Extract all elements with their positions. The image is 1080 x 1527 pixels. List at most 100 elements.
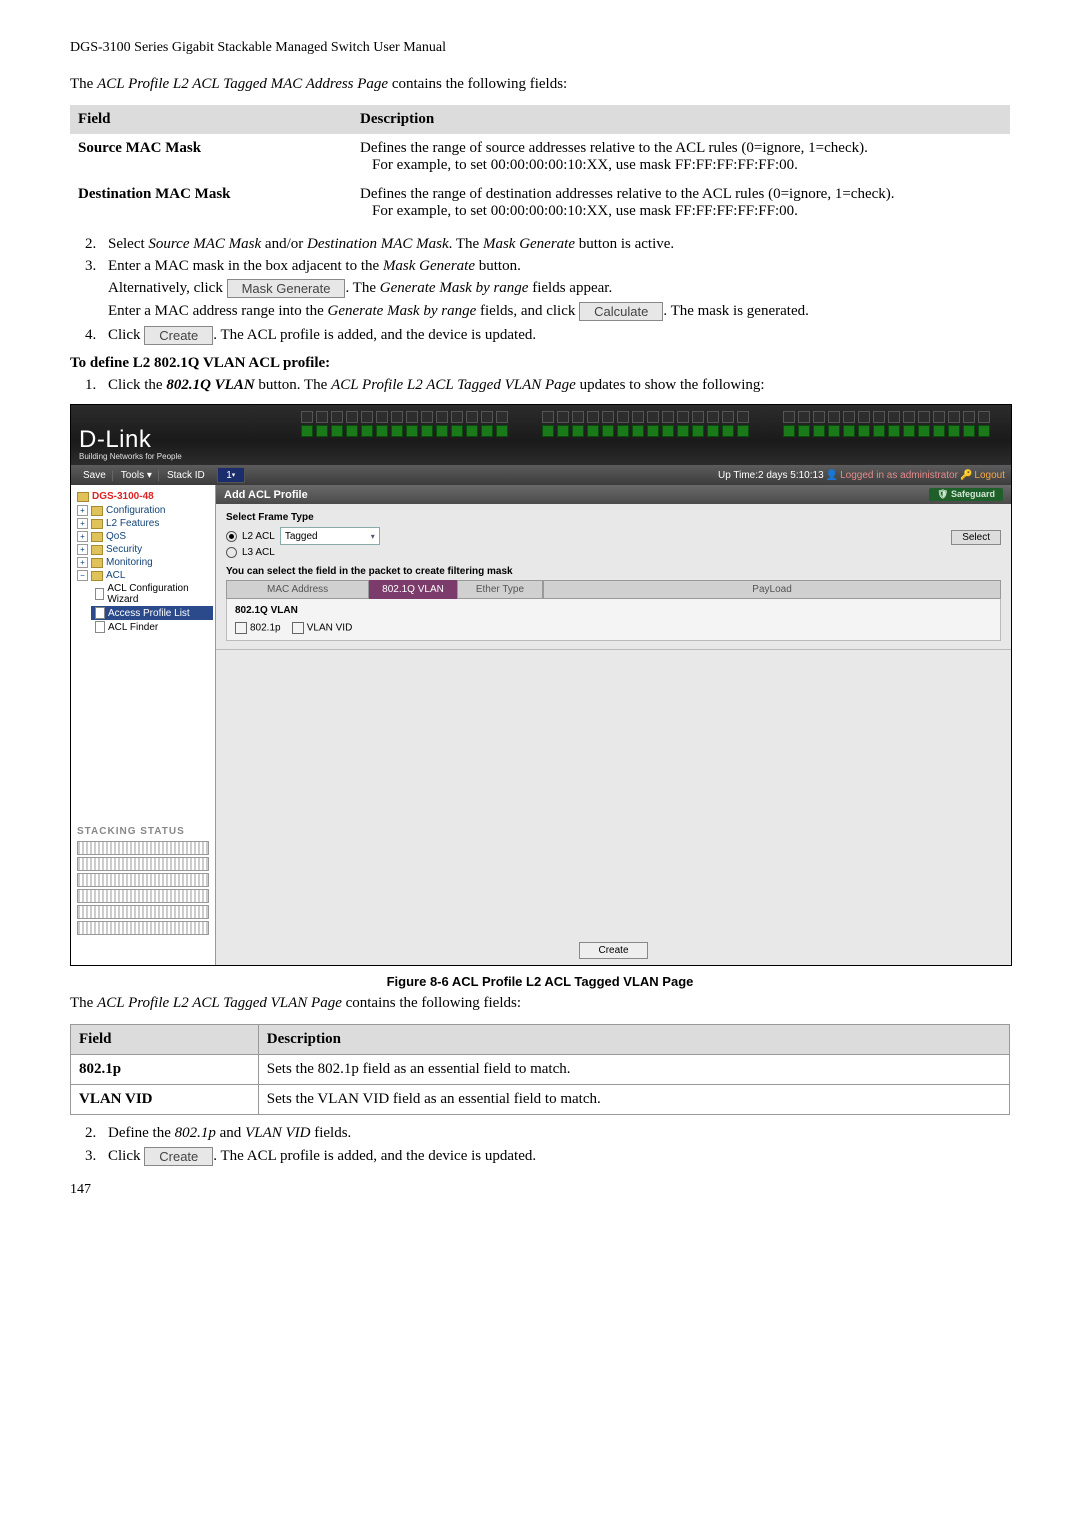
th-desc: Description	[352, 105, 1010, 134]
row2-desc1: Defines the range of destination address…	[360, 186, 1002, 203]
t: Tools	[121, 470, 144, 481]
tree-acl[interactable]: ACL	[73, 569, 213, 582]
frame-type-block: Select Frame Type L2 ACL Tagged▾ L3 ACL …	[216, 504, 1011, 650]
s2b-step-2: Define the 802.1p and VLAN VID fields.	[100, 1125, 1010, 1142]
tree-monitoring[interactable]: Monitoring	[73, 556, 213, 569]
step-2: Select Source MAC Mask and/or Destinatio…	[100, 236, 1010, 253]
t: button. The	[255, 377, 331, 393]
t: Destination MAC Mask	[307, 236, 449, 252]
folder-icon	[77, 492, 89, 502]
s2b-step-3: Click Create. The ACL profile is added, …	[100, 1147, 1010, 1166]
file-icon	[95, 621, 105, 633]
t: contains the following fields:	[342, 995, 521, 1011]
t: VLAN VID	[245, 1125, 310, 1141]
create-button-2[interactable]: Create	[144, 1147, 213, 1166]
folder-icon	[91, 545, 103, 555]
file-icon	[95, 588, 104, 600]
folder-icon	[91, 519, 103, 529]
t: Click the	[108, 377, 166, 393]
radio-l2[interactable]: L2 ACL Tagged▾	[226, 527, 380, 545]
tree-qos[interactable]: QoS	[73, 530, 213, 543]
t: fields.	[310, 1125, 351, 1141]
logout-icon: 🔑	[960, 470, 972, 481]
main-title: Add ACL Profile	[224, 489, 308, 501]
table-row: 802.1p Sets the 802.1p field as an essen…	[71, 1055, 1010, 1085]
step-3: Enter a MAC mask in the box adjacent to …	[100, 258, 1010, 321]
create-button[interactable]: Create	[144, 326, 213, 345]
create-button-main[interactable]: Create	[579, 942, 647, 959]
t: Sets the 802.1p field as an essential fi…	[258, 1055, 1009, 1085]
t: . The ACL profile is added, and the devi…	[213, 327, 536, 343]
t: ACL Finder	[108, 622, 158, 633]
t: . The mask is generated.	[663, 303, 809, 319]
t: Generate Mask by range	[328, 303, 477, 319]
t: Select	[108, 236, 148, 252]
radio-icon	[226, 531, 237, 542]
t: Define the	[108, 1125, 175, 1141]
logout-link[interactable]: Logout	[974, 470, 1005, 481]
folder-icon	[91, 571, 103, 581]
tree-security[interactable]: Security	[73, 543, 213, 556]
checkbox-vlan-vid[interactable]	[292, 622, 304, 634]
t: button.	[475, 258, 521, 274]
loggedin-label: Logged in as administrator	[840, 470, 958, 481]
tree-acl-wizard[interactable]: ACL Configuration Wizard	[91, 582, 213, 606]
mask-generate-button[interactable]: Mask Generate	[227, 279, 346, 298]
toolbar-tools[interactable]: Tools ▾	[115, 470, 159, 481]
t: Mask Generate	[483, 236, 575, 252]
stack-row	[77, 889, 209, 903]
t: . The	[345, 280, 379, 296]
t: Monitoring	[106, 557, 153, 568]
chevron-down-icon: ▾	[371, 532, 375, 541]
sidebar: DGS-3100-48 Configuration L2 Features Qo…	[71, 485, 216, 966]
l2-type-select[interactable]: Tagged▾	[280, 527, 380, 545]
brand-tagline: Building Networks for People	[79, 452, 182, 461]
t: L2 Features	[106, 518, 159, 529]
folder-icon	[91, 558, 103, 568]
t: and	[216, 1125, 245, 1141]
t: Mask Generate	[383, 258, 475, 274]
tab-802-1q-vlan[interactable]: 802.1Q VLAN	[369, 580, 457, 599]
radio-icon	[226, 547, 237, 558]
t: Enter a MAC address range into the	[108, 303, 328, 319]
t: 802.1p	[79, 1061, 121, 1077]
select-button[interactable]: Select	[951, 530, 1001, 545]
t: updates to show the following:	[576, 377, 765, 393]
main-panel: Add ACL Profile 🛡 Safeguard Select Frame…	[216, 485, 1011, 966]
t: VLAN VID	[79, 1091, 152, 1107]
tree-acl-finder[interactable]: ACL Finder	[91, 620, 213, 634]
page-header: DGS-3100 Series Gigabit Stackable Manage…	[70, 40, 1010, 56]
table-row: Destination MAC Mask Defines the range o…	[70, 180, 1010, 226]
tree-access-profile-list[interactable]: Access Profile List	[91, 606, 213, 620]
stack-row	[77, 905, 209, 919]
checkbox-802-1p[interactable]	[235, 622, 247, 634]
steps-block-1: Select Source MAC Mask and/or Destinatio…	[100, 236, 1010, 345]
tab-payload[interactable]: PayLoad	[543, 580, 1001, 599]
steps-block-2: Define the 802.1p and VLAN VID fields. C…	[100, 1125, 1010, 1166]
t: Safeguard	[951, 489, 995, 499]
toolbar-stackid-label: Stack ID	[161, 470, 211, 481]
tree-l2features[interactable]: L2 Features	[73, 517, 213, 530]
t: Security	[106, 544, 142, 555]
row2-desc2: For example, to set 00:00:00:00:10:XX, u…	[360, 203, 1002, 220]
t: Source MAC Mask	[148, 236, 261, 252]
t: fields, and click	[476, 303, 579, 319]
t: DGS-3100-48	[92, 491, 154, 502]
calculate-button[interactable]: Calculate	[579, 302, 663, 321]
step-4: Click Create. The ACL profile is added, …	[100, 326, 1010, 345]
intro-2: The ACL Profile L2 ACL Tagged VLAN Page …	[70, 995, 1010, 1012]
tab-ether-type[interactable]: Ether Type	[457, 580, 543, 599]
tree-root[interactable]: DGS-3100-48	[73, 489, 213, 504]
port-grid	[301, 411, 1012, 437]
tab-mac-address[interactable]: MAC Address	[226, 580, 369, 599]
app-banner: D-Link Building Networks for People	[71, 405, 1011, 465]
t: Access Profile List	[108, 608, 190, 619]
t: Click	[108, 327, 144, 343]
toolbar-save[interactable]: Save	[77, 470, 113, 481]
tree-configuration[interactable]: Configuration	[73, 504, 213, 517]
row2-field: Destination MAC Mask	[78, 186, 231, 202]
stackid-dropdown[interactable]: 1▾	[217, 467, 245, 483]
screenshot-app: D-Link Building Networks for People Save…	[70, 404, 1012, 966]
user-icon: 👤	[826, 470, 838, 481]
radio-l3[interactable]: L3 ACL	[226, 547, 380, 558]
